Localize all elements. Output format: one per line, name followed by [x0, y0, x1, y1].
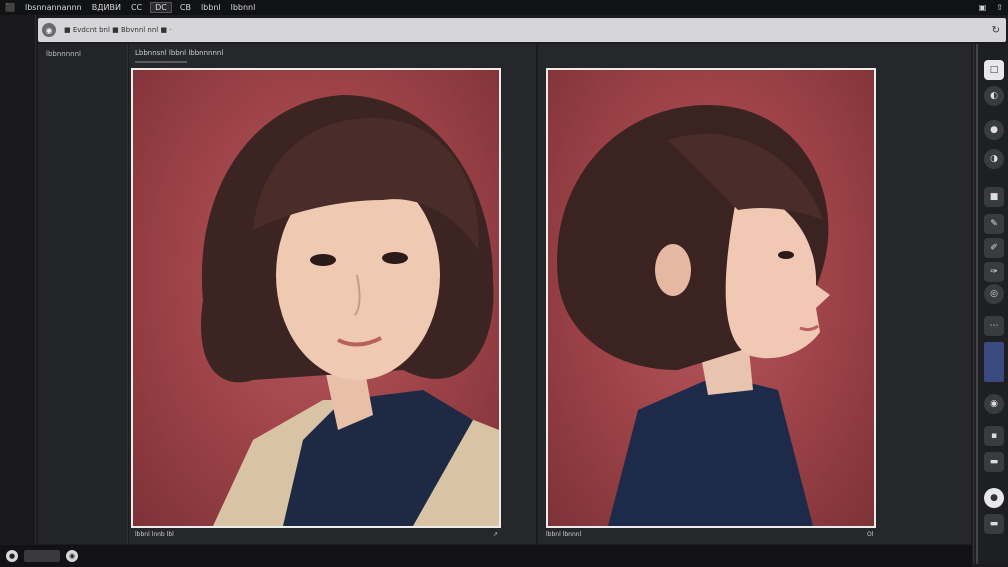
photo-frame-profile[interactable]: [546, 68, 876, 528]
status-dot-icon[interactable]: ●: [6, 550, 18, 562]
zoom-tool-icon[interactable]: ▪: [984, 426, 1004, 446]
photo-caption-right: lbbnl lbnnnl: [546, 531, 582, 538]
menu-item-0[interactable]: lbsnnannannn: [20, 0, 87, 15]
menu-item-3[interactable]: DC: [150, 2, 172, 13]
blend-tool-icon[interactable]: ◑: [984, 149, 1004, 169]
minus-tool-icon[interactable]: ▬: [984, 452, 1004, 472]
portrait-front-svg: [201, 95, 499, 526]
tool-strip: □ ◐ ● ◑ ■ ✎ ✐ ✑ ◎ ⋯ ◉ ▪ ▬ ● ▬: [973, 44, 1008, 564]
smudge-tool-icon[interactable]: ✑: [984, 262, 1004, 282]
layer-tool-icon[interactable]: ■: [984, 187, 1004, 207]
settings-tool-icon[interactable]: ◉: [984, 394, 1004, 414]
menu-item-2[interactable]: CC: [126, 0, 147, 15]
app-icon[interactable]: ⬛: [0, 0, 20, 15]
portrait-profile-svg: [557, 105, 830, 526]
menu-item-4[interactable]: CB: [175, 0, 196, 15]
portrait-front-image: [133, 70, 499, 526]
tool-strip-scroll[interactable]: [976, 44, 978, 564]
menu-bar: ⬛ lbsnnannannn ВДИВИ CC DC CB lbbnl lbbn…: [0, 0, 1008, 15]
status-indicator-icon[interactable]: ◉: [66, 550, 78, 562]
share-icon[interactable]: ⇧: [991, 0, 1008, 15]
canvas-workspace: Lbbnnsnl lbbnl lbbnnnnnl lbbnnnnl: [129, 44, 971, 544]
panel-title: Lbbnnsnl lbbnl lbbnnnnnl: [135, 49, 224, 57]
eraser-tool-icon[interactable]: ●: [984, 120, 1004, 140]
select-tool-icon[interactable]: □: [984, 60, 1004, 80]
menu-item-5[interactable]: lbbnl: [196, 0, 226, 15]
expand-icon[interactable]: ↗: [493, 531, 498, 538]
color-swatch-icon[interactable]: [984, 342, 1004, 382]
menu-item-1[interactable]: ВДИВИ: [87, 0, 126, 15]
status-bar: ● ◉: [0, 545, 972, 567]
status-pill[interactable]: [24, 550, 60, 562]
pen-tool-icon[interactable]: ✎: [984, 214, 1004, 234]
panel-underline: [135, 61, 187, 63]
portrait-profile-image: [548, 70, 874, 526]
menu-item-6[interactable]: lbbnnl: [226, 0, 261, 15]
panel-divider[interactable]: [536, 44, 538, 544]
tag-tool-icon[interactable]: ▬: [984, 514, 1004, 534]
circle-tool-icon[interactable]: ●: [984, 488, 1004, 508]
photo-caption-left: lbbnl lnnb lbl: [135, 531, 174, 538]
refresh-icon[interactable]: ↻: [992, 25, 1000, 36]
photo-caption-right-value: Ol: [867, 531, 874, 538]
brush-tool-icon[interactable]: ◐: [984, 86, 1004, 106]
window-icon[interactable]: ▣: [974, 0, 992, 15]
sidebar: lbbnnnnnl: [38, 44, 128, 544]
address-text[interactable]: ■ Evdcnt bnl ■ Bbvnnl nnl ■ ·: [64, 26, 172, 34]
pen-alt-tool-icon[interactable]: ✐: [984, 238, 1004, 258]
sidebar-title[interactable]: lbbnnnnnl: [38, 44, 127, 64]
fill-tool-icon[interactable]: ◎: [984, 284, 1004, 304]
photo-frame-front[interactable]: [131, 68, 501, 528]
left-gutter: [0, 15, 36, 545]
dots-tool-icon[interactable]: ⋯: [984, 316, 1004, 336]
address-bar[interactable]: ◉ ■ Evdcnt bnl ■ Bbvnnl nnl ■ · ↻: [38, 18, 1006, 42]
browser-icon[interactable]: ◉: [42, 23, 56, 37]
